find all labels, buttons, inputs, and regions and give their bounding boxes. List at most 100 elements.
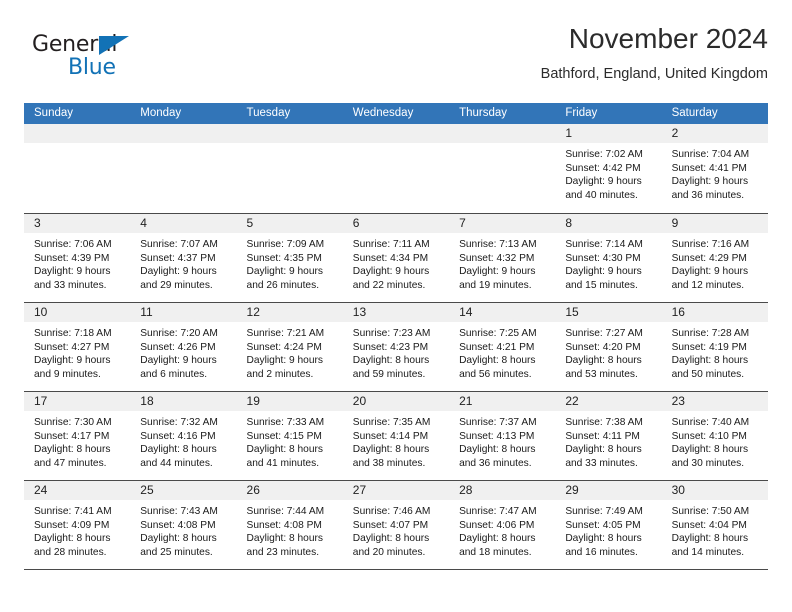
sunrise-text: Sunrise: 7:50 AM	[671, 506, 750, 517]
daylight-text-line2: and 36 minutes.	[671, 190, 745, 202]
day-number-band	[130, 124, 237, 143]
calendar-day-cell-3[interactable]: 3 Sunrise: 7:06 AM Sunset: 4:39 PM Daylight…	[24, 214, 131, 302]
weekday-header-friday: Friday	[565, 107, 598, 119]
sunset-text: Sunset: 4:08 PM	[246, 519, 322, 531]
sunrise-text: Sunrise: 7:47 AM	[459, 506, 537, 517]
calendar-day-cell-14[interactable]: 14 Sunrise: 7:25 AM Sunset: 4:21 PM Dayligh…	[449, 303, 556, 391]
calendar-day-cell-27[interactable]: 27 Sunrise: 7:46 AM Sunset: 4:07 PM Dayligh…	[342, 481, 450, 569]
sunset-text: Sunset: 4:24 PM	[246, 341, 322, 353]
calendar-day-cell-17[interactable]: 17 Sunrise: 7:30 AM Sunset: 4:17 PM Dayligh…	[24, 392, 131, 480]
calendar-day-cell-4[interactable]: 4 Sunrise: 7:07 AM Sunset: 4:37 PM Daylight…	[130, 214, 237, 302]
sunrise-text: Sunrise: 7:02 AM	[565, 149, 643, 160]
daylight-text-line1: Daylight: 9 hours	[34, 355, 111, 367]
day-number: 8	[565, 216, 573, 230]
sunset-text: Sunset: 4:15 PM	[246, 430, 322, 442]
calendar-day-cell-2[interactable]: 2 Sunrise: 7:04 AM Sunset: 4:41 PM Daylight…	[661, 124, 768, 213]
calendar-day-cell-19[interactable]: 19 Sunrise: 7:33 AM Sunset: 4:15 PM Dayligh…	[236, 392, 343, 480]
calendar-day-cell-12[interactable]: 12 Sunrise: 7:21 AM Sunset: 4:24 PM Dayligh…	[236, 303, 343, 391]
calendar-day-cell-9[interactable]: 9 Sunrise: 7:16 AM Sunset: 4:29 PM Daylight…	[661, 214, 768, 302]
daylight-text-line2: and 26 minutes.	[246, 280, 320, 292]
calendar-day-cell-30[interactable]: 30 Sunrise: 7:50 AM Sunset: 4:04 PM Dayligh…	[661, 481, 768, 569]
day-number-band: 11	[130, 303, 237, 322]
calendar-bottom-border	[24, 569, 768, 570]
calendar-day-cell-empty	[236, 124, 343, 213]
day-number: 28	[459, 483, 473, 497]
calendar-day-cell-29[interactable]: 29 Sunrise: 7:49 AM Sunset: 4:05 PM Dayligh…	[555, 481, 662, 569]
day-detail-body: Sunrise: 7:02 AM Sunset: 4:42 PM Daylight:…	[555, 143, 661, 203]
calendar-day-cell-23[interactable]: 23 Sunrise: 7:40 AM Sunset: 4:10 PM Dayligh…	[661, 392, 768, 480]
day-number-band: 10	[24, 303, 131, 322]
sunrise-text: Sunrise: 7:46 AM	[352, 506, 431, 517]
daylight-text-line1: Daylight: 9 hours	[246, 355, 323, 367]
calendar-day-cell-28[interactable]: 28 Sunrise: 7:47 AM Sunset: 4:06 PM Dayligh…	[449, 481, 556, 569]
daylight-text-line1: Daylight: 9 hours	[565, 176, 642, 188]
calendar-day-cell-13[interactable]: 13 Sunrise: 7:23 AM Sunset: 4:23 PM Dayligh…	[342, 303, 450, 391]
day-number: 9	[671, 216, 679, 230]
day-detail-body	[24, 143, 130, 148]
daylight-text-line2: and 33 minutes.	[565, 458, 638, 470]
sunset-text: Sunset: 4:08 PM	[140, 519, 216, 531]
sunset-text: Sunset: 4:17 PM	[34, 430, 110, 442]
daylight-text-line2: and 25 minutes.	[140, 547, 213, 559]
daylight-text-line2: and 6 minutes.	[140, 369, 208, 381]
sunset-text: Sunset: 4:42 PM	[565, 162, 641, 174]
sunset-text: Sunset: 4:27 PM	[34, 341, 110, 353]
day-number-band: 21	[449, 392, 556, 411]
day-number-band: 24	[24, 481, 131, 500]
calendar-day-cell-5[interactable]: 5 Sunrise: 7:09 AM Sunset: 4:35 PM Daylight…	[236, 214, 343, 302]
day-detail-body: Sunrise: 7:47 AM Sunset: 4:06 PM Daylight:…	[449, 500, 555, 560]
calendar-day-cell-21[interactable]: 21 Sunrise: 7:37 AM Sunset: 4:13 PM Dayligh…	[449, 392, 556, 480]
brand-logo[interactable]: General Blue	[32, 32, 162, 80]
daylight-text-line1: Daylight: 8 hours	[34, 444, 111, 456]
calendar-day-cell-11[interactable]: 11 Sunrise: 7:20 AM Sunset: 4:26 PM Dayligh…	[130, 303, 237, 391]
calendar-day-cell-10[interactable]: 10 Sunrise: 7:18 AM Sunset: 4:27 PM Dayligh…	[24, 303, 131, 391]
calendar-day-cell-25[interactable]: 25 Sunrise: 7:43 AM Sunset: 4:08 PM Dayligh…	[130, 481, 237, 569]
day-number: 5	[246, 216, 254, 230]
brand-name-blue: Blue	[68, 55, 116, 80]
day-number-band: 2	[661, 124, 768, 143]
calendar-day-cell-24[interactable]: 24 Sunrise: 7:41 AM Sunset: 4:09 PM Dayligh…	[24, 481, 131, 569]
sunrise-text: Sunrise: 7:18 AM	[34, 328, 112, 339]
day-number-band	[236, 124, 343, 143]
page-subtitle-location: Bathford, England, United Kingdom	[540, 66, 768, 82]
day-number: 22	[565, 394, 579, 408]
weekday-header-monday: Monday	[140, 107, 182, 119]
daylight-text-line1: Daylight: 9 hours	[671, 176, 749, 188]
calendar-day-cell-16[interactable]: 16 Sunrise: 7:28 AM Sunset: 4:19 PM Dayligh…	[661, 303, 768, 391]
daylight-text-line2: and 44 minutes.	[140, 458, 213, 470]
day-detail-body: Sunrise: 7:37 AM Sunset: 4:13 PM Daylight:…	[449, 411, 555, 471]
daylight-text-line2: and 50 minutes.	[671, 369, 745, 381]
day-number: 25	[140, 483, 154, 497]
sunset-text: Sunset: 4:10 PM	[671, 430, 747, 442]
calendar-day-cell-20[interactable]: 20 Sunrise: 7:35 AM Sunset: 4:14 PM Dayligh…	[342, 392, 450, 480]
daylight-text-line2: and 19 minutes.	[459, 280, 532, 292]
sunrise-text: Sunrise: 7:07 AM	[140, 239, 218, 250]
day-number-band: 16	[661, 303, 768, 322]
sunrise-text: Sunrise: 7:11 AM	[352, 239, 430, 250]
calendar-day-cell-26[interactable]: 26 Sunrise: 7:44 AM Sunset: 4:08 PM Dayligh…	[236, 481, 343, 569]
calendar-day-cell-18[interactable]: 18 Sunrise: 7:32 AM Sunset: 4:16 PM Dayligh…	[130, 392, 237, 480]
sunrise-text: Sunrise: 7:21 AM	[246, 328, 325, 339]
daylight-text-line2: and 30 minutes.	[671, 458, 745, 470]
calendar-day-cell-1[interactable]: 1 Sunrise: 7:02 AM Sunset: 4:42 PM Daylight…	[555, 124, 662, 213]
calendar-day-cell-22[interactable]: 22 Sunrise: 7:38 AM Sunset: 4:11 PM Dayligh…	[555, 392, 662, 480]
calendar-day-cell-empty	[449, 124, 556, 213]
sunrise-text: Sunrise: 7:38 AM	[565, 417, 643, 428]
daylight-text-line2: and 14 minutes.	[671, 547, 745, 559]
daylight-text-line2: and 15 minutes.	[565, 280, 638, 292]
calendar-day-cell-8[interactable]: 8 Sunrise: 7:14 AM Sunset: 4:30 PM Daylight…	[555, 214, 662, 302]
day-number-band: 30	[661, 481, 768, 500]
sunset-text: Sunset: 4:32 PM	[459, 252, 535, 264]
calendar-table: Sunday Monday Tuesday Wednesday Thursday Frid…	[24, 103, 768, 570]
calendar-day-cell-7[interactable]: 7 Sunrise: 7:13 AM Sunset: 4:32 PM Daylight…	[449, 214, 556, 302]
day-detail-body: Sunrise: 7:46 AM Sunset: 4:07 PM Daylight:…	[343, 500, 449, 560]
calendar-day-cell-15[interactable]: 15 Sunrise: 7:27 AM Sunset: 4:20 PM Dayligh…	[555, 303, 662, 391]
sunset-text: Sunset: 4:23 PM	[352, 341, 429, 353]
daylight-text-line1: Daylight: 8 hours	[352, 355, 430, 367]
sunrise-text: Sunrise: 7:40 AM	[671, 417, 750, 428]
day-number-band: 28	[449, 481, 556, 500]
day-number-band: 12	[236, 303, 343, 322]
day-detail-body: Sunrise: 7:23 AM Sunset: 4:23 PM Daylight:…	[343, 322, 449, 382]
calendar-day-cell-6[interactable]: 6 Sunrise: 7:11 AM Sunset: 4:34 PM Daylight…	[342, 214, 450, 302]
day-detail-body: Sunrise: 7:35 AM Sunset: 4:14 PM Daylight:…	[343, 411, 449, 471]
